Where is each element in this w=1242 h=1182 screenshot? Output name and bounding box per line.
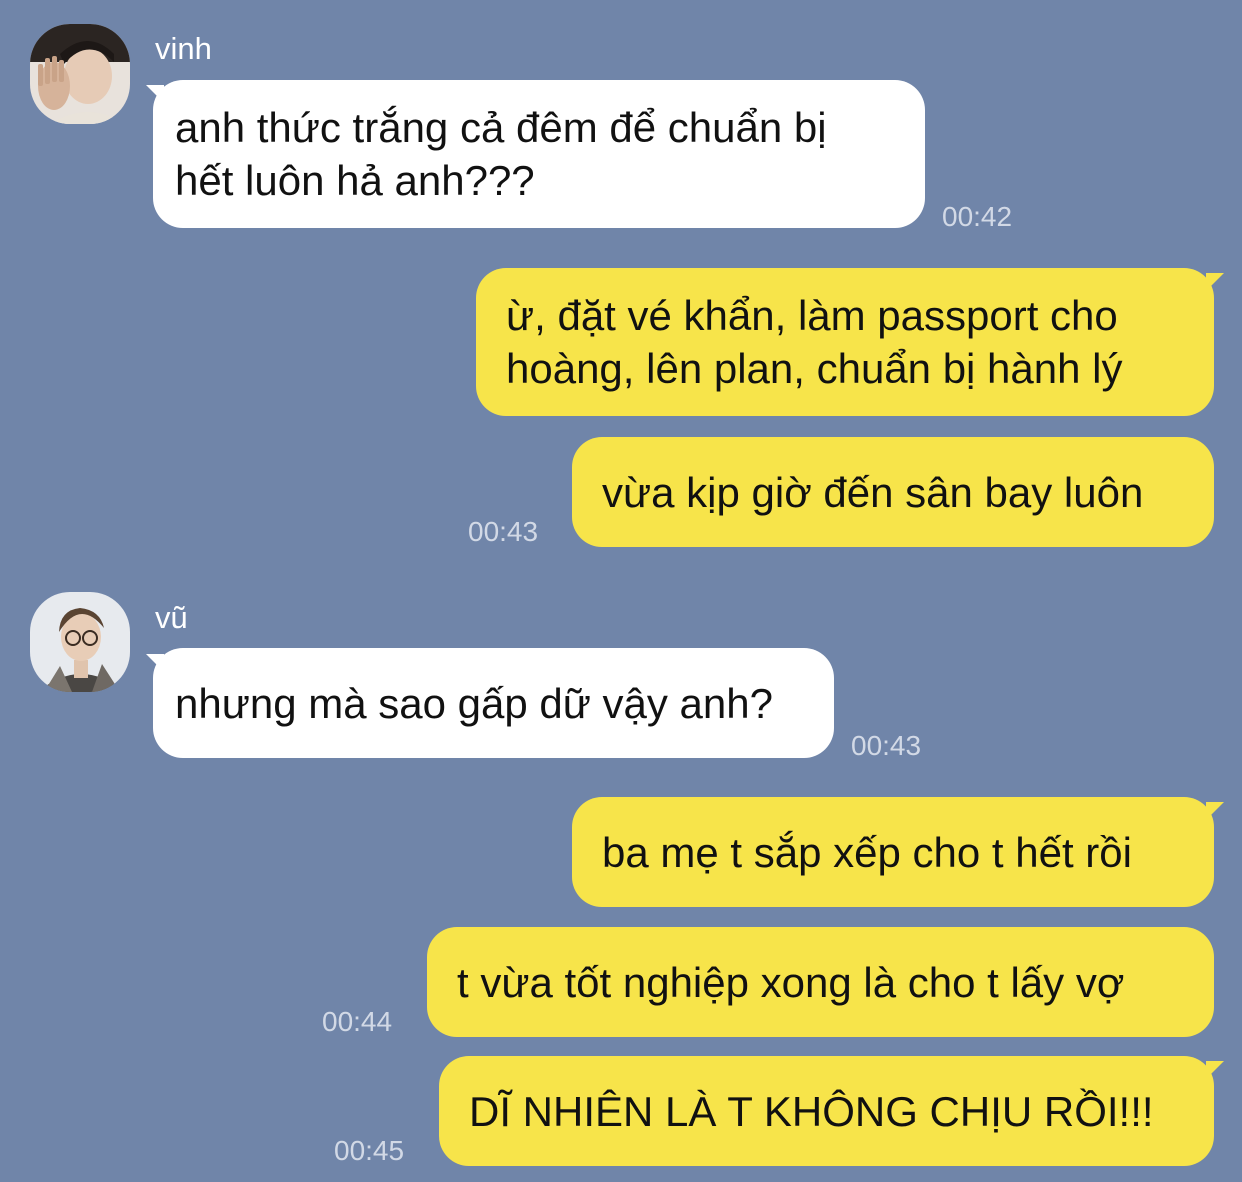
message-bubble[interactable]: t vừa tốt nghiệp xong là cho t lấy vợ bbox=[427, 927, 1214, 1037]
message-bubble[interactable]: vừa kịp giờ đến sân bay luôn bbox=[572, 437, 1214, 547]
message-timestamp: 00:44 bbox=[322, 1006, 393, 1037]
message-text: t vừa tốt nghiệp xong là cho t lấy vợ bbox=[457, 958, 1125, 1006]
message-text: nhưng mà sao gấp dữ vậy anh? bbox=[175, 679, 773, 727]
message-timestamp: 00:43 bbox=[468, 516, 539, 547]
avatar-vinh[interactable] bbox=[30, 24, 130, 124]
message-text: ừ, đặt vé khẩn, làm passport cho hoàng, … bbox=[506, 292, 1123, 392]
message-timestamp: 00:45 bbox=[334, 1135, 405, 1166]
avatar-vu[interactable] bbox=[30, 592, 130, 692]
message-bubble[interactable]: ừ, đặt vé khẩn, làm passport cho hoàng, … bbox=[476, 268, 1214, 416]
sender-name: vũ bbox=[155, 600, 188, 635]
message-bubble[interactable]: DĨ NHIÊN LÀ T KHÔNG CHỊU RỒI!!! bbox=[439, 1056, 1214, 1166]
message-bubble[interactable]: ba mẹ t sắp xếp cho t hết rồi bbox=[572, 797, 1214, 907]
message-bubble[interactable]: nhưng mà sao gấp dữ vậy anh? bbox=[153, 648, 834, 758]
message-timestamp: 00:43 bbox=[851, 730, 922, 761]
message-bubble[interactable]: anh thức trắng cả đêm để chuẩn bị hết lu… bbox=[153, 80, 925, 228]
avatar-vu-photo bbox=[30, 592, 130, 692]
message-text: vừa kịp giờ đến sân bay luôn bbox=[602, 468, 1144, 516]
message-text: ba mẹ t sắp xếp cho t hết rồi bbox=[602, 828, 1132, 876]
message-text: anh thức trắng cả đêm để chuẩn bị hết lu… bbox=[175, 104, 827, 204]
message-timestamp: 00:42 bbox=[942, 201, 1013, 232]
avatar-vinh-photo bbox=[30, 24, 130, 124]
message-text: DĨ NHIÊN LÀ T KHÔNG CHỊU RỒI!!! bbox=[469, 1087, 1154, 1135]
sender-name: vinh bbox=[155, 31, 212, 66]
